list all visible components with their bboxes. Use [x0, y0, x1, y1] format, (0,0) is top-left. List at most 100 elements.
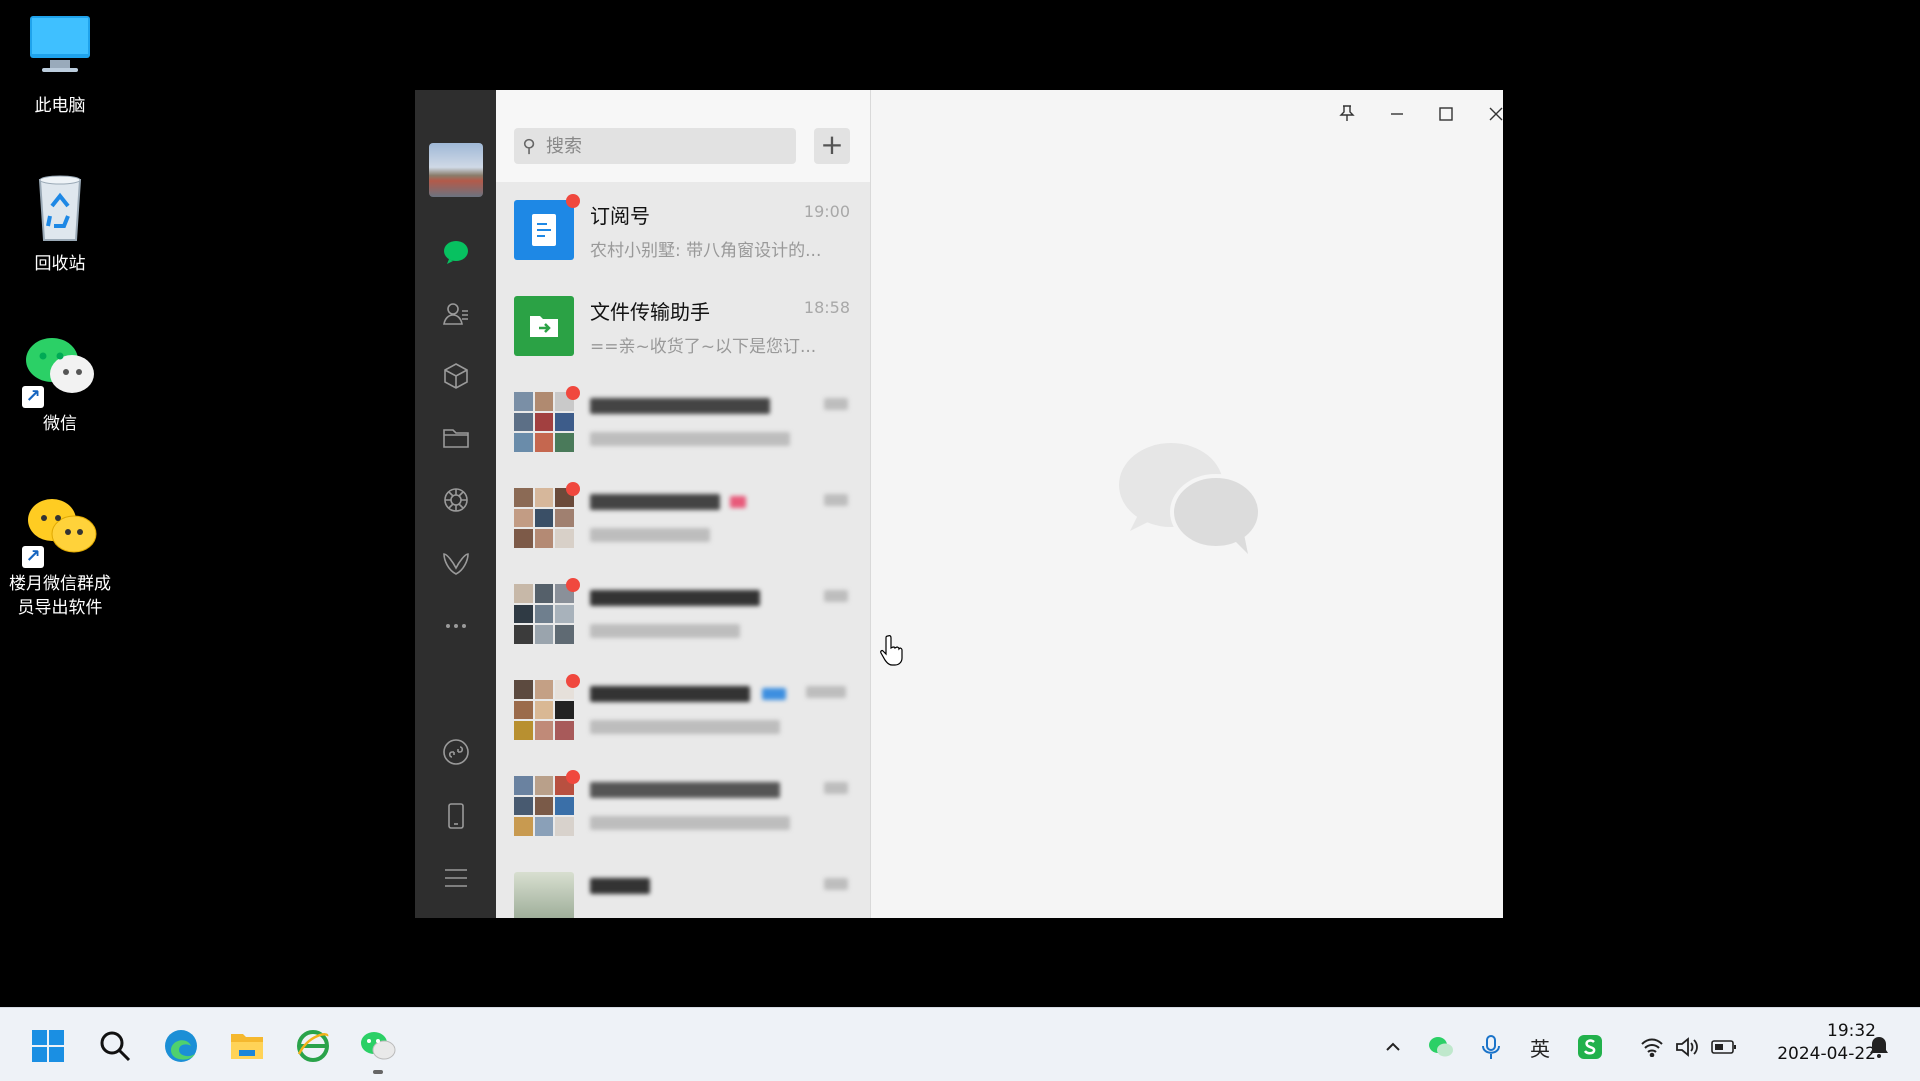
list-item[interactable]: 文件传输助手 18:58 ==亲~收货了~以下是您订...	[496, 278, 870, 374]
blurred-preview	[590, 816, 790, 830]
search-icon[interactable]	[95, 1026, 135, 1066]
desktop-icon-label: 楼月微信群成 员导出软件	[9, 574, 111, 618]
blurred-name	[590, 782, 780, 798]
notification-icon[interactable]	[1864, 1032, 1894, 1062]
conversation-preview: ==亲~收货了~以下是您订...	[590, 337, 817, 357]
list-item[interactable]	[496, 566, 870, 662]
blurred-name	[590, 398, 770, 414]
wechat-tray-icon[interactable]	[1426, 1032, 1456, 1062]
user-avatar[interactable]	[429, 143, 483, 197]
start-icon[interactable]	[28, 1026, 68, 1066]
wifi-icon[interactable]	[1637, 1032, 1667, 1062]
chevron-up-icon[interactable]	[1378, 1032, 1408, 1062]
group-avatar	[514, 488, 574, 548]
unread-badge	[566, 578, 580, 592]
conversation-name: 文件传输助手	[590, 300, 710, 324]
wechat-icon[interactable]	[358, 1026, 398, 1066]
group-avatar	[514, 680, 574, 740]
group-avatar	[514, 584, 574, 644]
desktop-icon-recycle-bin[interactable]: 回收站	[0, 168, 120, 276]
close-icon[interactable]	[1476, 100, 1503, 130]
blurred-preview	[590, 528, 710, 542]
pin-icon[interactable]	[1327, 100, 1367, 130]
blurred-time	[824, 590, 848, 602]
blurred-name	[590, 878, 650, 894]
list-item[interactable]	[496, 662, 870, 758]
conversation-preview: 农村小别墅: 带八角窗设计的...	[590, 241, 822, 261]
blurred-preview	[590, 432, 790, 446]
system-clock[interactable]: 19:32 2024-04-22	[1777, 1020, 1876, 1066]
unread-badge	[566, 674, 580, 688]
channels-icon[interactable]	[415, 544, 496, 584]
favorites-box-icon[interactable]	[415, 356, 496, 396]
more-icon[interactable]	[415, 606, 496, 646]
search-icon: ⚲	[522, 135, 536, 157]
group-avatar	[514, 392, 574, 452]
conversation-list: ⚲ + 订阅号 19:00 农村小别墅: 带八角窗设计的... 文件传输助手 1…	[496, 90, 871, 918]
blurred-time	[824, 782, 848, 794]
blurred-time	[806, 686, 846, 698]
chat-icon[interactable]	[415, 232, 496, 272]
wechat-watermark-icon	[1116, 440, 1266, 560]
microphone-icon[interactable]	[1476, 1032, 1506, 1062]
conversation-name: 订阅号	[590, 204, 650, 228]
wechat-icon: ↗	[20, 328, 100, 408]
conversation-time: 19:00	[803, 202, 850, 221]
desktop-icon-this-pc[interactable]: 此电脑	[0, 10, 120, 118]
blurred-name	[590, 494, 720, 510]
blurred-name	[590, 590, 760, 606]
shortcut-arrow-icon: ↗	[22, 386, 44, 408]
edge-icon[interactable]	[161, 1026, 201, 1066]
ie-browser-icon[interactable]	[293, 1026, 333, 1066]
blurred-preview	[590, 624, 740, 638]
shortcut-arrow-icon: ↗	[22, 546, 44, 568]
list-item[interactable]: 订阅号 19:00 农村小别墅: 带八角窗设计的...	[496, 182, 870, 278]
desktop-icon-label: 微信	[43, 414, 77, 434]
recycle-bin-icon	[20, 168, 100, 248]
phone-icon[interactable]	[415, 796, 496, 836]
mini-program-icon[interactable]	[415, 732, 496, 772]
blurred-time	[824, 398, 848, 410]
hand-cursor-icon	[880, 634, 904, 670]
folder-icon[interactable]	[415, 418, 496, 458]
search-area: ⚲ +	[496, 90, 870, 182]
clock-time: 19:32	[1827, 1021, 1876, 1041]
wechat-window: ⚲ + 订阅号 19:00 农村小别墅: 带八角窗设计的... 文件传输助手 1…	[415, 90, 1503, 918]
ime-icon[interactable]: 英	[1525, 1032, 1555, 1062]
volume-icon[interactable]	[1672, 1032, 1702, 1062]
wechat-sidebar	[415, 90, 496, 918]
unread-badge	[566, 770, 580, 784]
clock-date: 2024-04-22	[1777, 1044, 1876, 1064]
minimize-icon[interactable]	[1377, 100, 1417, 130]
blurred-tag	[762, 688, 786, 700]
unread-badge	[566, 482, 580, 496]
exporter-icon: ↗	[20, 488, 100, 568]
list-item[interactable]	[496, 854, 870, 918]
list-item[interactable]	[496, 470, 870, 566]
desktop-icon-label: 此电脑	[34, 96, 86, 116]
file-transfer-avatar-icon	[514, 296, 574, 356]
menu-icon[interactable]	[415, 858, 496, 898]
add-button[interactable]: +	[814, 128, 850, 164]
conversation-time: 18:58	[803, 298, 850, 317]
moments-icon[interactable]	[415, 480, 496, 520]
blurred-time	[824, 878, 848, 890]
list-item[interactable]	[496, 758, 870, 854]
list-item[interactable]	[496, 374, 870, 470]
search-input[interactable]	[544, 134, 778, 158]
unread-badge	[566, 194, 580, 208]
blurred-tag	[730, 496, 746, 508]
computer-icon	[20, 10, 100, 90]
chat-pane	[871, 90, 1503, 918]
contacts-icon[interactable]	[415, 294, 496, 334]
blurred-preview	[590, 720, 780, 734]
group-avatar	[514, 776, 574, 836]
sogou-icon[interactable]	[1575, 1032, 1605, 1062]
search-box[interactable]: ⚲	[514, 128, 796, 164]
maximize-icon[interactable]	[1426, 100, 1466, 130]
desktop-icon-wechat[interactable]: ↗ 微信	[0, 328, 120, 436]
desktop-icon-exporter[interactable]: ↗ 楼月微信群成 员导出软件	[0, 488, 120, 620]
file-explorer-icon[interactable]	[227, 1026, 267, 1066]
battery-icon[interactable]	[1709, 1032, 1739, 1062]
subscription-avatar-icon	[514, 200, 574, 260]
